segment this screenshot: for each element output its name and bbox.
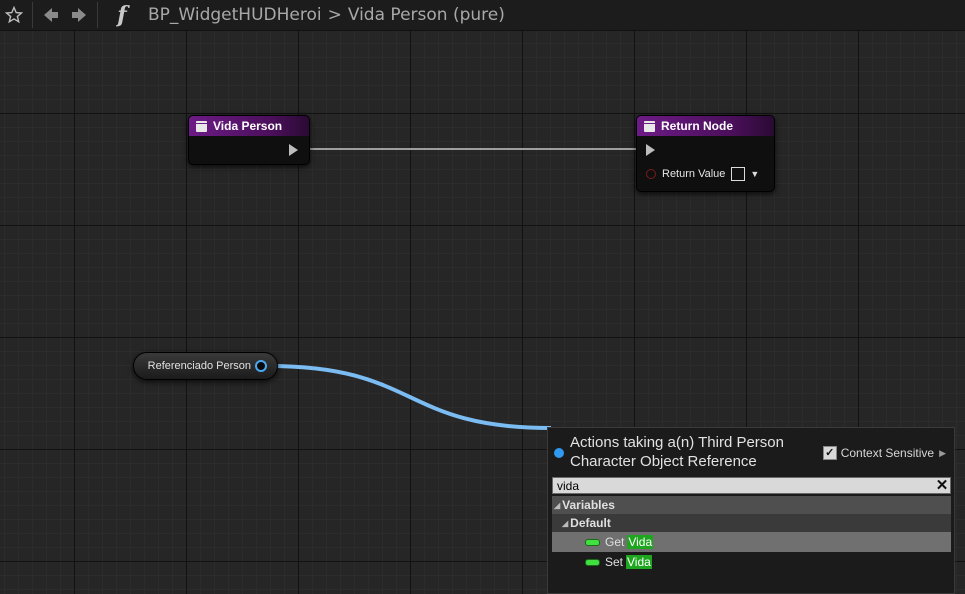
exec-out-pin[interactable]	[289, 144, 298, 156]
toolbar-divider	[97, 2, 98, 28]
search-match-highlight: Vida	[627, 535, 654, 549]
function-icon: f	[117, 2, 127, 28]
return-value-label: Return Value	[662, 168, 726, 180]
function-icon	[196, 120, 207, 132]
chevron-right-icon[interactable]: ▶	[939, 448, 946, 459]
return-node-title: Return Node	[661, 119, 733, 133]
return-value-pin[interactable]	[646, 169, 656, 179]
action-item-set-vida[interactable]: Set Vida	[552, 552, 951, 572]
category-default[interactable]: ◢ Default	[552, 514, 951, 532]
context-sensitive-toggle[interactable]: ✓ Context Sensitive ▶	[822, 446, 946, 460]
search-input-value[interactable]: vida	[553, 479, 934, 493]
toolbar: f BP_WidgetHUDHeroi > Vida Person (pure)	[0, 0, 965, 31]
star-icon[interactable]	[0, 1, 28, 29]
chevron-down-icon[interactable]: ▼	[750, 169, 759, 179]
forward-arrow-icon[interactable]	[65, 1, 93, 29]
action-menu-title: Actions taking a(n) Third Person Charact…	[570, 434, 784, 470]
return-node-header: Return Node	[637, 116, 774, 136]
action-tree: ◢ Variables ◢ Default Get Vida Set Vida	[552, 496, 951, 572]
action-item-prefix: Get	[605, 535, 625, 549]
breadcrumb-separator-icon: >	[327, 5, 342, 25]
variable-node-referenciado-person[interactable]: Referenciado Person	[133, 352, 278, 380]
variable-icon	[585, 558, 600, 566]
context-sensitive-label: Context Sensitive	[840, 446, 935, 460]
expand-triangle-icon[interactable]: ◢	[554, 501, 560, 510]
action-search-input[interactable]: vida ✕	[552, 477, 951, 494]
return-value-pin-row: Return Value ▼	[646, 167, 759, 181]
breadcrumb-blueprint[interactable]: BP_WidgetHUDHeroi	[148, 5, 322, 25]
variable-node-label: Referenciado Person	[147, 360, 251, 372]
object-reference-dot-icon	[554, 448, 564, 458]
category-label: Variables	[562, 498, 615, 512]
variable-icon	[585, 538, 600, 546]
context-sensitive-checkbox[interactable]: ✓	[822, 446, 837, 460]
return-node[interactable]: Return Node Return Value ▼	[636, 115, 775, 192]
back-arrow-icon[interactable]	[37, 1, 65, 29]
function-entry-title: Vida Person	[213, 119, 283, 133]
function-entry-header: Vida Person	[189, 116, 309, 136]
action-item-get-vida[interactable]: Get Vida	[552, 532, 951, 552]
breadcrumb-function: Vida Person (pure)	[347, 5, 505, 25]
exec-in-pin[interactable]	[646, 144, 655, 156]
function-entry-node[interactable]: Vida Person	[188, 115, 310, 165]
action-item-prefix: Set	[605, 555, 624, 569]
object-reference-pin[interactable]	[255, 360, 267, 372]
action-menu: Actions taking a(n) Third Person Charact…	[547, 427, 955, 594]
category-label: Default	[570, 516, 611, 530]
clear-search-icon[interactable]: ✕	[934, 478, 950, 493]
category-variables[interactable]: ◢ Variables	[552, 496, 951, 514]
toolbar-divider	[32, 2, 33, 28]
search-match-highlight: Vida	[626, 555, 652, 569]
function-icon	[644, 120, 655, 132]
return-value-checkbox[interactable]	[731, 167, 746, 181]
expand-triangle-icon[interactable]: ◢	[562, 519, 568, 528]
